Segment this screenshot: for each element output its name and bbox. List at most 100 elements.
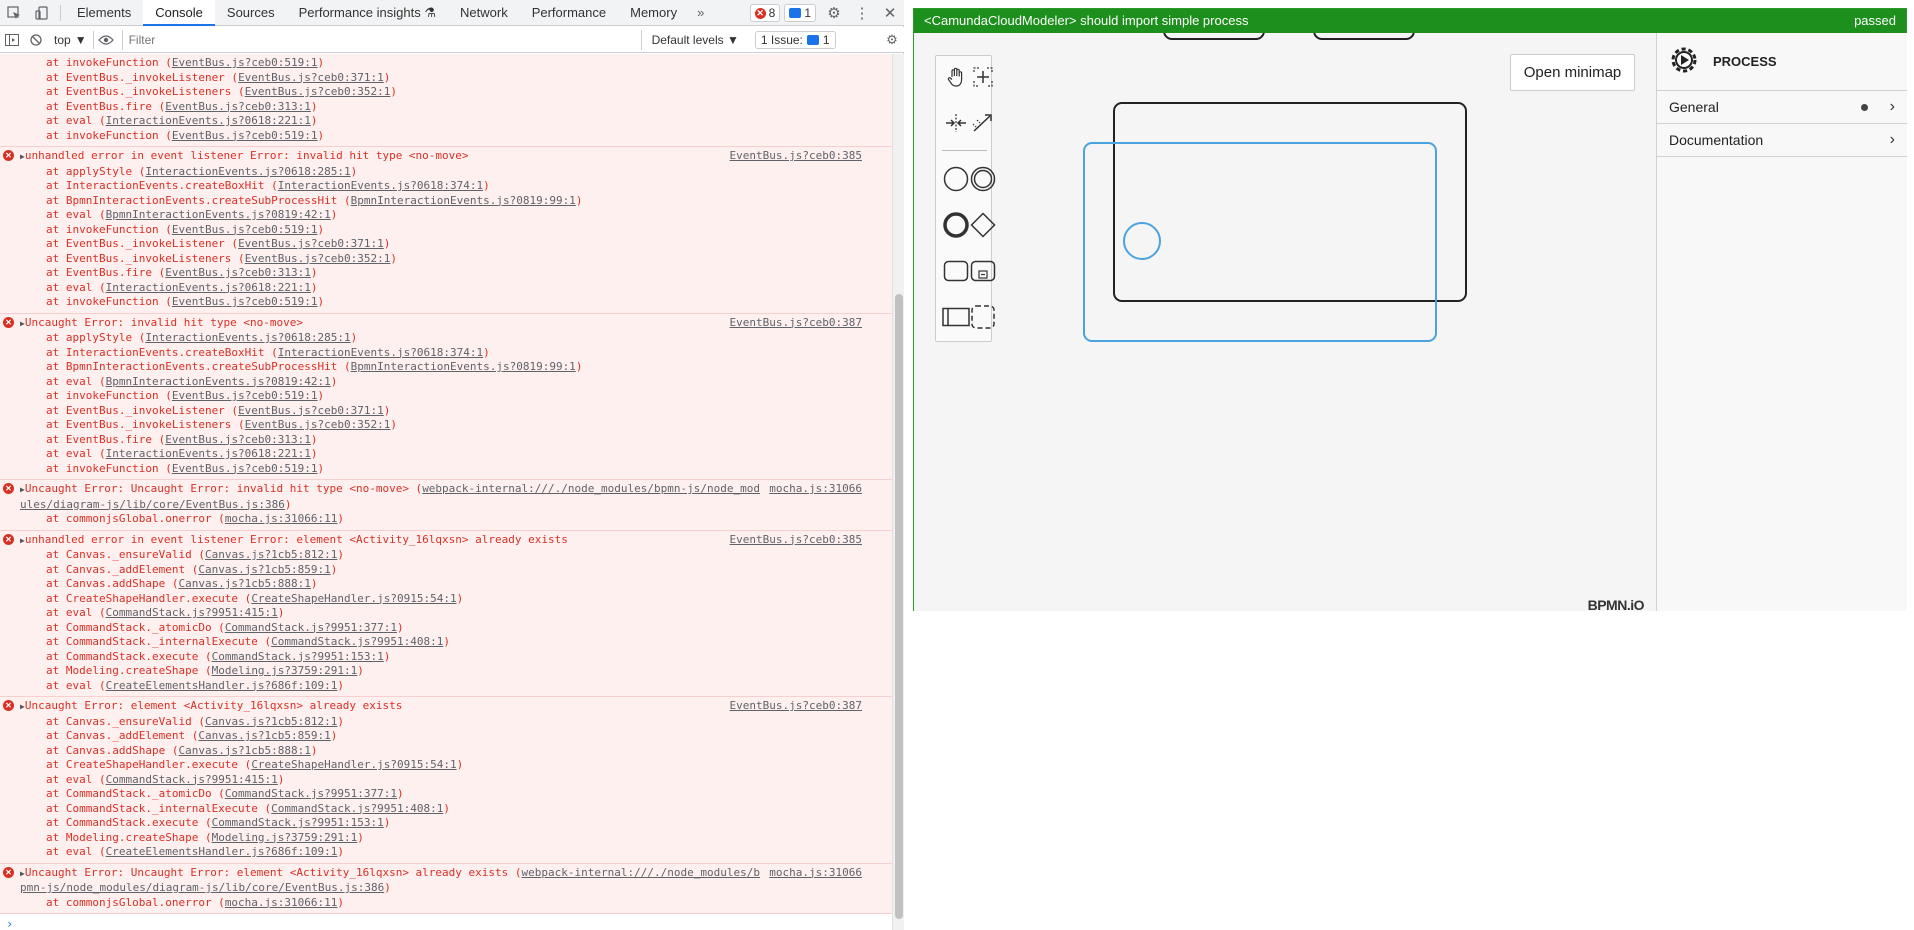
tab-network[interactable]: Network	[448, 0, 520, 26]
source-link[interactable]: EventBus.js?ceb0:519:1	[172, 389, 318, 402]
log-levels-dropdown[interactable]: Default levels ▼	[642, 33, 749, 47]
tab-memory[interactable]: Memory	[618, 0, 689, 26]
source-link[interactable]: InteractionEvents.js?0618:374:1	[278, 179, 483, 192]
source-link[interactable]: EventBus.js?ceb0:387	[730, 316, 862, 331]
intermediate-event-tool-icon[interactable]	[968, 164, 998, 194]
source-link[interactable]: BpmnInteractionEvents.js?0819:42:1	[106, 208, 331, 221]
settings-gear-icon[interactable]: ⚙	[820, 0, 848, 26]
source-link[interactable]: CommandStack.js?9951:377:1	[225, 787, 397, 800]
error-message[interactable]: ▶Uncaught Error: Uncaught Error: element…	[0, 866, 892, 882]
source-link[interactable]: Canvas.js?1cb5:888:1	[178, 577, 310, 590]
task-tool-icon[interactable]	[941, 256, 971, 286]
source-link[interactable]: CreateElementsHandler.js?686f:109:1	[106, 845, 338, 858]
source-link[interactable]: CommandStack.js?9951:377:1	[225, 621, 397, 634]
tab-console[interactable]: Console	[143, 0, 215, 26]
close-icon[interactable]: ✕	[876, 0, 904, 26]
group-documentation[interactable]: Documentation ›	[1657, 124, 1907, 157]
source-link[interactable]: CommandStack.js?9951:415:1	[106, 606, 278, 619]
source-link[interactable]: Canvas.js?1cb5:888:1	[178, 744, 310, 757]
source-link[interactable]: EventBus.js?ceb0:352:1	[245, 252, 391, 265]
source-link[interactable]: EventBus.js?ceb0:371:1	[238, 71, 384, 84]
source-link[interactable]: mocha.js:31066:11	[225, 512, 338, 525]
source-link[interactable]: BpmnInteractionEvents.js?0819:42:1	[106, 375, 331, 388]
device-toolbar-icon[interactable]	[28, 0, 56, 26]
end-event-tool-icon[interactable]	[941, 210, 971, 240]
webpack-link[interactable]: pmn-js/node_modules/diagram-js/lib/core/…	[20, 881, 384, 894]
source-link[interactable]: EventBus.js?ceb0:519:1	[172, 129, 318, 142]
source-link[interactable]: BpmnInteractionEvents.js?0819:99:1	[351, 360, 576, 373]
inspect-element-icon[interactable]	[0, 0, 28, 26]
source-link[interactable]: Canvas.js?1cb5:812:1	[205, 715, 337, 728]
source-link[interactable]: mocha.js:31066:11	[225, 896, 338, 909]
more-tabs-icon[interactable]: »	[689, 5, 712, 20]
global-connect-tool-icon[interactable]	[968, 108, 998, 138]
source-link[interactable]: Modeling.js?3759:291:1	[212, 831, 358, 844]
context-selector[interactable]: top ▼	[48, 30, 94, 49]
source-link[interactable]: BpmnInteractionEvents.js?0819:99:1	[351, 194, 576, 207]
source-link[interactable]: EventBus.js?ceb0:385	[730, 149, 862, 164]
source-link[interactable]: EventBus.js?ceb0:371:1	[238, 237, 384, 250]
source-link[interactable]: EventBus.js?ceb0:519:1	[172, 295, 318, 308]
gateway-tool-icon[interactable]	[968, 210, 998, 240]
source-link[interactable]: InteractionEvents.js?0618:285:1	[145, 331, 350, 344]
source-link[interactable]: CommandStack.js?9951:408:1	[271, 802, 443, 815]
filter-input[interactable]	[121, 29, 642, 50]
bpmn-canvas[interactable]: Open minimap BPMN.iO	[914, 33, 1656, 611]
source-link[interactable]: EventBus.js?ceb0:313:1	[165, 266, 311, 279]
webpack-link[interactable]: ules/diagram-js/lib/core/EventBus.js:386	[20, 498, 285, 511]
source-link[interactable]: Canvas.js?1cb5:812:1	[205, 548, 337, 561]
source-link[interactable]: CommandStack.js?9951:153:1	[212, 816, 384, 829]
source-link[interactable]: Modeling.js?3759:291:1	[212, 664, 358, 677]
source-link[interactable]: Canvas.js?1cb5:859:1	[198, 729, 330, 742]
source-link[interactable]: CreateShapeHandler.js?0915:54:1	[251, 758, 456, 771]
tab-performance-insights[interactable]: Performance insights ⚗	[287, 0, 448, 26]
source-link[interactable]: InteractionEvents.js?0618:221:1	[106, 447, 311, 460]
source-link[interactable]: InteractionEvents.js?0618:221:1	[106, 114, 311, 127]
source-link[interactable]: Canvas.js?1cb5:859:1	[198, 563, 330, 576]
error-message[interactable]: ▶Uncaught Error: Uncaught Error: invalid…	[0, 482, 892, 498]
webpack-link[interactable]: webpack-internal:///./node_modules/bpmn-…	[422, 482, 760, 495]
webpack-link[interactable]: webpack-internal:///./node_modules/b	[522, 866, 760, 879]
group-tool-icon[interactable]	[968, 302, 998, 332]
source-link[interactable]: EventBus.js?ceb0:385	[730, 533, 862, 548]
hand-tool-icon[interactable]	[941, 62, 971, 92]
source-link[interactable]: EventBus.js?ceb0:387	[730, 699, 862, 714]
subprocess-tool-icon[interactable]	[968, 256, 998, 286]
console-settings-icon[interactable]: ⚙	[880, 27, 904, 53]
tab-performance[interactable]: Performance	[520, 0, 618, 26]
pool-tool-icon[interactable]	[941, 302, 971, 332]
source-link[interactable]: EventBus.js?ceb0:352:1	[245, 85, 391, 98]
source-link[interactable]: CreateShapeHandler.js?0915:54:1	[251, 592, 456, 605]
source-link[interactable]: EventBus.js?ceb0:352:1	[245, 418, 391, 431]
sidebar-toggle-icon[interactable]	[0, 27, 24, 53]
error-count-badge[interactable]: ✕ 8	[749, 4, 781, 22]
source-link[interactable]: EventBus.js?ceb0:313:1	[165, 433, 311, 446]
console-scrollbar[interactable]	[892, 54, 904, 930]
source-link[interactable]: InteractionEvents.js?0618:285:1	[145, 165, 350, 178]
open-minimap-button[interactable]: Open minimap	[1510, 54, 1635, 91]
scrollbar-thumb[interactable]	[895, 294, 903, 919]
source-link[interactable]: EventBus.js?ceb0:313:1	[165, 100, 311, 113]
kebab-menu-icon[interactable]: ⋮	[848, 0, 876, 26]
source-link[interactable]: mocha.js:31066	[769, 866, 862, 881]
clear-console-icon[interactable]	[24, 27, 48, 53]
source-link[interactable]: CommandStack.js?9951:415:1	[106, 773, 278, 786]
source-link[interactable]: CommandStack.js?9951:408:1	[271, 635, 443, 648]
eye-icon[interactable]	[94, 27, 118, 53]
source-link[interactable]: EventBus.js?ceb0:519:1	[172, 56, 318, 69]
console-prompt[interactable]: ›	[0, 914, 892, 930]
space-tool-icon[interactable]	[941, 108, 971, 138]
source-link[interactable]: EventBus.js?ceb0:519:1	[172, 223, 318, 236]
source-link[interactable]: EventBus.js?ceb0:519:1	[172, 462, 318, 475]
bpmn-io-logo[interactable]: BPMN.iO	[1588, 597, 1645, 611]
source-link[interactable]: mocha.js:31066	[769, 482, 862, 497]
source-link[interactable]: CreateElementsHandler.js?686f:109:1	[106, 679, 338, 692]
tab-elements[interactable]: Elements	[65, 0, 143, 26]
source-link[interactable]: InteractionEvents.js?0618:221:1	[106, 281, 311, 294]
start-event-tool-icon[interactable]	[941, 164, 971, 194]
group-general[interactable]: General ›	[1657, 91, 1907, 124]
tab-sources[interactable]: Sources	[215, 0, 287, 26]
lasso-tool-icon[interactable]	[968, 62, 998, 92]
source-link[interactable]: CommandStack.js?9951:153:1	[212, 650, 384, 663]
source-link[interactable]: EventBus.js?ceb0:371:1	[238, 404, 384, 417]
